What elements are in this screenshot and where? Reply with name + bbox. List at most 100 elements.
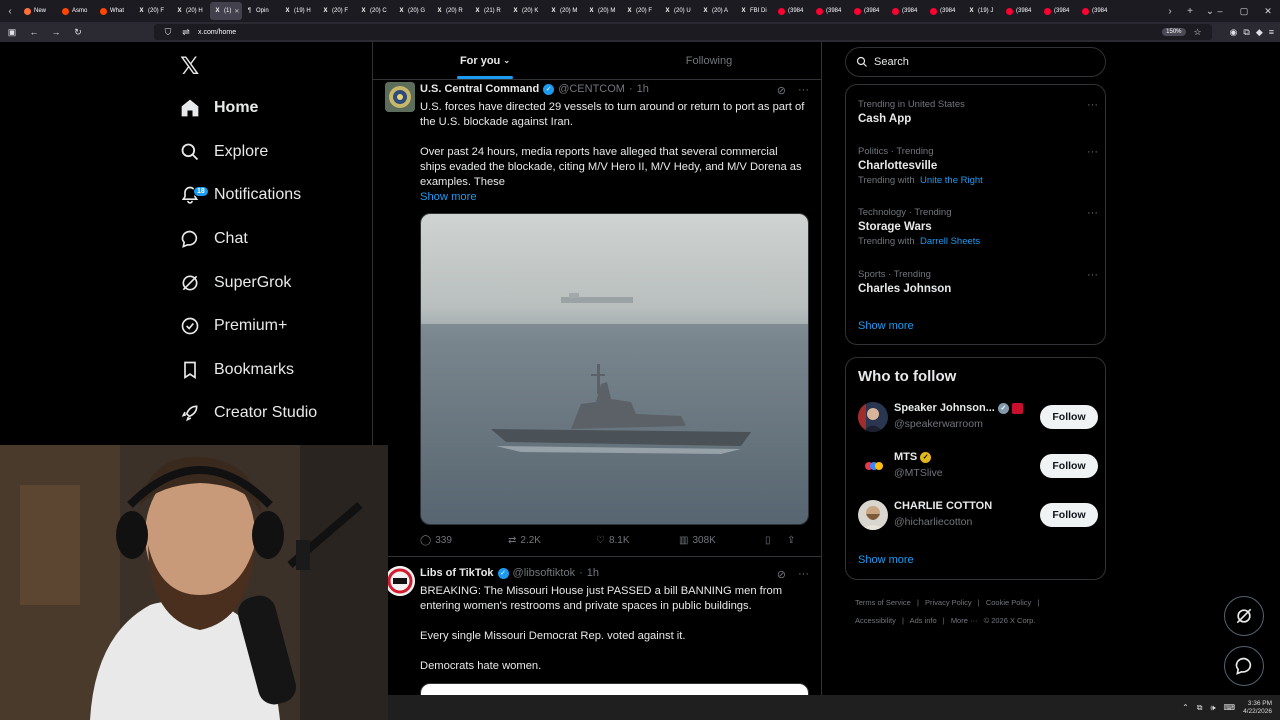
site-info-icon[interactable]: ⇌: [180, 27, 192, 38]
tab-following[interactable]: Following: [597, 42, 821, 79]
volume-icon[interactable]: 🕪: [1210, 703, 1215, 713]
more-icon[interactable]: ···: [798, 568, 809, 581]
keyboard-icon[interactable]: ⌨: [1224, 703, 1236, 712]
follow-suggestion[interactable]: MTS ✓ @MTSlive Follow: [858, 449, 1098, 485]
footer-link[interactable]: Ads info: [910, 616, 937, 625]
nav-creator-studio[interactable]: Creator Studio: [180, 396, 317, 430]
forward-icon[interactable]: →: [50, 27, 62, 37]
browser-tab[interactable]: X (20) F: [134, 2, 172, 20]
trend-item[interactable]: Politics · Trending Charlottesville Tren…: [858, 146, 1098, 186]
views-button[interactable]: ▥ 308K: [679, 535, 765, 546]
browser-tab[interactable]: X (1) ✕: [210, 2, 242, 20]
post-libsoftiktok[interactable]: Libs of TikTok ✓ @libsoftiktok · 1h ⊘ ··…: [373, 564, 821, 695]
browser-tab[interactable]: (3984: [1002, 2, 1040, 20]
nav-chat[interactable]: Chat: [180, 222, 248, 256]
tab-scroll-right-icon[interactable]: ›: [1160, 6, 1180, 17]
browser-tab[interactable]: X (20) G: [394, 2, 432, 20]
post-image[interactable]: [420, 683, 809, 695]
browser-tab[interactable]: X (21) R: [470, 2, 508, 20]
avatar[interactable]: [385, 82, 415, 112]
maximize-icon[interactable]: ▢: [1232, 6, 1256, 17]
extensions-icon[interactable]: ⧉: [1243, 27, 1249, 38]
trend-with-link[interactable]: Darrell Sheets: [920, 236, 980, 247]
zoom-level[interactable]: 150%: [1162, 28, 1186, 36]
avatar[interactable]: [858, 402, 888, 432]
address-bar[interactable]: ⛉ ⇌ x.com/home 150% ☆: [154, 24, 1212, 40]
follow-button[interactable]: Follow: [1040, 503, 1098, 527]
avatar[interactable]: [858, 451, 888, 481]
trend-item[interactable]: Trending in United States Cash App ···: [858, 99, 1098, 125]
x-logo-icon[interactable]: 𝕏: [180, 52, 199, 80]
follow-button[interactable]: Follow: [1040, 405, 1098, 429]
footer-link[interactable]: Accessibility: [855, 616, 896, 625]
author-handle[interactable]: @libsoftiktok: [513, 567, 576, 579]
clock[interactable]: 3:36 PM 4/22/2026: [1243, 700, 1272, 716]
footer-link[interactable]: Privacy Policy: [925, 598, 972, 607]
tray-chevron-icon[interactable]: ⌃: [1182, 703, 1189, 712]
bookmark-button[interactable]: ▯: [765, 535, 787, 546]
footer-more-link[interactable]: More ···: [951, 616, 978, 625]
browser-tab[interactable]: (3984: [850, 2, 888, 20]
reload-icon[interactable]: ↻: [72, 27, 84, 38]
nav-premium[interactable]: Premium+: [180, 309, 287, 343]
browser-tab[interactable]: (3984: [812, 2, 850, 20]
nav-bookmarks[interactable]: Bookmarks: [180, 353, 294, 387]
browser-tab[interactable]: X (20) A: [698, 2, 736, 20]
nav-home[interactable]: Home: [180, 91, 258, 125]
browser-tab[interactable]: X FBI Di: [736, 2, 774, 20]
shield-icon[interactable]: ⛉: [162, 27, 174, 38]
minimize-icon[interactable]: –: [1208, 6, 1232, 16]
show-more-link[interactable]: Show more: [420, 191, 477, 203]
follow-show-more-link[interactable]: Show more: [858, 554, 914, 566]
follow-button[interactable]: Follow: [1040, 454, 1098, 478]
browser-tab[interactable]: New: [20, 2, 58, 20]
browser-tab[interactable]: What: [96, 2, 134, 20]
url-text[interactable]: x.com/home: [198, 29, 236, 36]
avatar[interactable]: [858, 500, 888, 530]
sidebar-toggle-icon[interactable]: ▣: [6, 27, 18, 38]
grok-fab-button[interactable]: [1224, 596, 1264, 636]
more-icon[interactable]: ···: [798, 84, 809, 97]
follow-suggestion[interactable]: Speaker Johnson... ✓ @speakerwarroom Foll…: [858, 400, 1098, 436]
browser-tab[interactable]: Asmo: [58, 2, 96, 20]
nav-notifications[interactable]: 18 Notifications: [180, 178, 301, 212]
menu-icon[interactable]: ≡: [1269, 27, 1274, 38]
nav-supergrok[interactable]: SuperGrok: [180, 266, 291, 300]
repost-button[interactable]: ⇄ 2.2K: [508, 535, 596, 546]
browser-tab[interactable]: ¶ Opin: [242, 2, 280, 20]
avatar[interactable]: [385, 566, 415, 596]
bookmark-star-icon[interactable]: ☆: [1192, 27, 1204, 38]
more-icon[interactable]: ···: [1087, 207, 1098, 219]
browser-tab[interactable]: (3984: [774, 2, 812, 20]
extension-icon[interactable]: ◆: [1256, 27, 1263, 38]
post-centcom[interactable]: U.S. Central Command ✓ @CENTCOM · 1h ⊘ ·…: [373, 80, 821, 556]
more-icon[interactable]: ···: [1087, 269, 1098, 281]
browser-tab[interactable]: (3984: [1078, 2, 1116, 20]
reply-button[interactable]: ◯ 339: [420, 535, 508, 546]
browser-tab[interactable]: X (20) M: [546, 2, 584, 20]
tab-list-icon[interactable]: ‹: [0, 6, 20, 17]
browser-tab[interactable]: X (19) H: [280, 2, 318, 20]
browser-tab[interactable]: X (20) F: [318, 2, 356, 20]
browser-tab[interactable]: (3984: [1040, 2, 1078, 20]
browser-tab[interactable]: (3984: [926, 2, 964, 20]
browser-tab[interactable]: X (20) H: [172, 2, 210, 20]
trend-item[interactable]: Technology · Trending Storage Wars Trend…: [858, 207, 1098, 247]
trend-item[interactable]: Sports · Trending Charles Johnson ···: [858, 269, 1098, 295]
browser-tab[interactable]: X (20) C: [356, 2, 394, 20]
account-icon[interactable]: ◉: [1230, 27, 1238, 38]
close-tab-icon[interactable]: ✕: [234, 8, 239, 15]
post-time[interactable]: 1h: [587, 567, 599, 579]
author-handle[interactable]: @CENTCOM: [558, 83, 625, 95]
browser-tab[interactable]: X (20) U: [660, 2, 698, 20]
browser-tab[interactable]: X (20) K: [508, 2, 546, 20]
browser-tab[interactable]: (3984: [888, 2, 926, 20]
browser-tab[interactable]: X (20) M: [584, 2, 622, 20]
grok-icon[interactable]: ⊘: [777, 568, 786, 581]
author-name[interactable]: Libs of TikTok: [420, 567, 494, 579]
more-icon[interactable]: ···: [1087, 99, 1098, 111]
author-name[interactable]: U.S. Central Command: [420, 83, 539, 95]
grok-icon[interactable]: ⊘: [777, 84, 786, 97]
post-image[interactable]: [420, 213, 809, 525]
search-input[interactable]: Search: [845, 47, 1106, 77]
